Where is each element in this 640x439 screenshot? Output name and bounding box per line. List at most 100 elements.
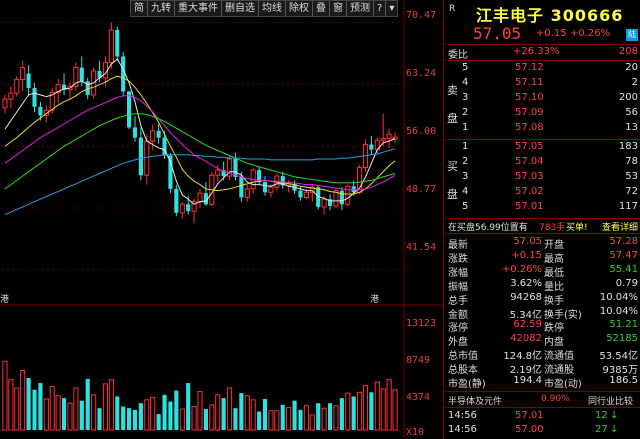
volume-bar <box>43 398 49 431</box>
order-volume: 13 <box>625 122 638 133</box>
toolbar-button-ex-rights[interactable]: 除权 <box>286 1 313 16</box>
stat-value: 94268 <box>510 291 542 303</box>
buy-order-row[interactable]: 2 57.04 78 <box>445 156 640 170</box>
event-marker[interactable]: 港 <box>0 292 9 305</box>
view-detail-link[interactable]: 查看详细 <box>602 220 638 233</box>
stat-row: 涨停 62.59 跌停 51.21 <box>445 319 640 335</box>
volume-bar <box>138 403 143 430</box>
stat-label: 流通股 <box>544 365 574 377</box>
sell-order-row[interactable]: 3 57.10 200 <box>445 92 640 106</box>
stat-value: 3.62% <box>510 277 542 289</box>
commission-diff: 208 <box>618 46 638 57</box>
order-volume: 20 <box>625 62 638 73</box>
divider <box>445 218 640 219</box>
stat-label: 涨停 <box>448 323 468 335</box>
sell-order-row[interactable]: 1 57.08 13 <box>445 122 640 136</box>
order-volume: 117 <box>618 201 638 212</box>
buy-order-row[interactable]: 5 57.01 117 <box>445 201 640 215</box>
volume-bar <box>351 396 356 430</box>
volume-tick-label: 4374 <box>406 392 431 403</box>
order-volume: 183 <box>618 141 638 152</box>
stat-label: 涨跌 <box>448 253 468 265</box>
volume-bar <box>303 405 309 431</box>
price-change-pct: +0.26% <box>570 28 611 39</box>
stock-name: 江丰电子 <box>476 6 545 25</box>
event-marker[interactable]: 港 <box>370 292 379 305</box>
candle-body <box>345 185 351 205</box>
divider <box>445 139 640 140</box>
volume-bar <box>73 387 79 431</box>
candle-body <box>303 191 309 198</box>
tab-sector[interactable]: 半导体及元件 <box>448 394 502 407</box>
order-level: 3 <box>462 92 469 103</box>
divider <box>445 60 640 61</box>
stat-label: 振幅 <box>448 281 468 293</box>
chevron-down-icon[interactable]: ▾ <box>386 1 397 16</box>
volume-bar <box>203 409 208 430</box>
sell-order-row[interactable]: 5 57.12 20 <box>445 62 640 76</box>
volume-bar <box>239 393 244 430</box>
order-volume: 56 <box>625 107 638 118</box>
stat-value: 53.54亿 <box>599 351 638 363</box>
volume-bar <box>179 408 185 431</box>
order-volume: 53 <box>625 171 638 182</box>
order-level: 2 <box>462 156 469 167</box>
tab-peer-comparison[interactable]: 同行业比较 <box>588 394 633 407</box>
volume-bar <box>374 381 380 431</box>
candle-body <box>179 203 185 214</box>
board-badge[interactable]: 陆 <box>626 29 638 41</box>
toolbar-button-nine-turn[interactable]: 九转 <box>148 1 175 16</box>
candle-body <box>380 137 386 141</box>
stat-label: 市盈(静) <box>448 379 486 390</box>
sell-order-row[interactable]: 4 57.11 2 <box>445 77 640 91</box>
volume-bar <box>85 378 90 430</box>
tick-price: 57.00 <box>515 424 544 435</box>
commission-row: 委比 +26.33% 208 <box>445 46 640 61</box>
stat-label: 总市值 <box>448 351 478 363</box>
candle-body <box>108 29 114 63</box>
kline-chart[interactable] <box>0 0 444 439</box>
stat-value: 2.19亿 <box>509 365 542 377</box>
volume-bar <box>174 390 179 430</box>
candle-body <box>186 204 191 212</box>
stat-value: 5.34亿 <box>509 309 542 321</box>
buy-order-row[interactable]: 4 57.02 72 <box>445 186 640 200</box>
stat-value: 51.21 <box>609 319 638 331</box>
kline-chart-panel[interactable]: 简 九转 重大事件 删自选 均线 除权 叠 窗 预测 ? ▾ 70.47 63.… <box>0 0 444 439</box>
order-level: 5 <box>462 201 469 212</box>
buy-order-row[interactable]: 3 57.03 53 <box>445 171 640 185</box>
volume-bar <box>274 410 280 431</box>
toolbar-button-moving-average[interactable]: 均线 <box>259 1 286 16</box>
toolbar-button-window[interactable]: 窗 <box>330 1 347 16</box>
volume-bar <box>321 407 327 431</box>
order-volume: 72 <box>625 186 638 197</box>
order-price: 57.02 <box>515 186 544 197</box>
toolbar-button-remove-watchlist[interactable]: 删自选 <box>222 1 259 16</box>
sell-order-row[interactable]: 2 57.09 56 <box>445 107 640 121</box>
volume-tick-label: 13123 <box>406 318 437 329</box>
buy-order-row[interactable]: 1 57.05 183 <box>445 141 640 155</box>
toolbar-button-overlay[interactable]: 叠 <box>313 1 330 16</box>
volume-bar <box>262 398 268 430</box>
toolbar-button-major-events[interactable]: 重大事件 <box>175 1 222 16</box>
large-order-alert[interactable]: 在买盘56.99位置有 783手 买单! 查看详细 <box>445 220 640 234</box>
candle-body <box>121 56 126 92</box>
stat-value: 57.05 <box>513 236 542 247</box>
order-volume: 78 <box>625 156 638 167</box>
toolbar-button-simple[interactable]: 简 <box>131 1 148 16</box>
question-icon[interactable]: ? <box>374 1 387 16</box>
volume-bar <box>191 406 197 431</box>
volume-tick-label: 8749 <box>406 355 431 366</box>
tick-volume: 27 <box>595 424 608 435</box>
stat-label: 总手 <box>448 295 468 307</box>
price-tick-label: 70.47 <box>406 10 437 21</box>
toolbar-button-forecast[interactable]: 预测 <box>347 1 374 16</box>
stat-row: 涨跌 +0.15 最高 57.47 <box>445 249 640 265</box>
stat-label: 涨幅 <box>448 267 468 279</box>
stat-value: 57.47 <box>609 249 638 261</box>
divider <box>445 407 640 408</box>
volume-bar <box>333 405 339 431</box>
stat-label: 跌停 <box>544 323 564 335</box>
arrow-down-icon: ↓ <box>610 424 619 435</box>
stat-label: 量比 <box>544 281 564 293</box>
